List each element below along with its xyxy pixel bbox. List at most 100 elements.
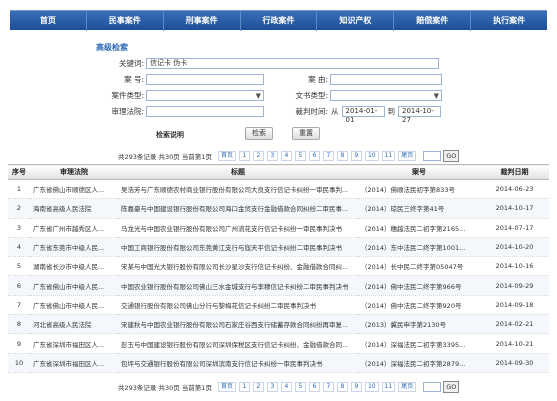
row-court: 河北省高级人民法院 [30,314,118,335]
page-link[interactable]: 7 [322,151,334,161]
page-link[interactable]: 7 [322,382,334,392]
col-header-title: 标题 [118,164,358,180]
page-link[interactable]: 3 [266,151,278,161]
nav-intellectual-property[interactable]: 知识产权 [317,10,395,31]
row-title-link[interactable]: 包坪与交通银行股份有限公司深圳滨南支行信记卡纠纷一审民事判决书 [118,353,358,373]
case-number-row: 案 号: 案 由: [100,73,442,85]
page-link[interactable]: 5 [294,151,306,161]
table-row[interactable]: 10 广东省深圳市福田区人... 包坪与交通银行股份有限公司深圳滨南支行信记卡纠… [8,353,549,373]
row-title-link[interactable]: 交通银行股份有限公司佛山分行与黎梅花信记卡纠纷二审民事判决书 [118,295,358,316]
date-from-input[interactable]: 2014-01-01 [341,105,385,124]
row-title-link[interactable]: 中国农业银行股份有限公司佛山三水金城支行与李穆信记卡纠纷二审民事判决书 [118,275,358,296]
court-input[interactable] [146,105,264,117]
table-row[interactable]: 5 湖南省长沙市中级人民... 宋某与中国光大银行股份有限公司长沙星沙支行信记卡… [8,256,549,277]
row-case-number: （2014）穗越法民二初字第2165... [358,218,480,238]
table-row[interactable]: 4 广东省东莞市中级人民... 中国工商银行股份有限公司东莞黄江支行与寇天平信记… [8,237,549,258]
row-date: 2014-07-17 [480,218,549,238]
table-row[interactable]: 2 海南省高级人民法院 陈嘉豪与中国建设银行股份有限公司海口金贸支行金融借款合同… [8,198,549,219]
col-header-case-no: 案号 [358,164,480,180]
row-title-link[interactable]: 彭玉与中国建设银行股份有限公司深圳保税区支行信记卡纠纷、金融借款合同... [118,333,358,354]
row-court: 广东省深圳市福田区人... [30,333,118,354]
go-button[interactable]: GO [443,381,460,393]
page-link[interactable]: 2 [252,151,264,161]
row-title-link[interactable]: 吴浩芳与广东顺德农村商业银行股份有限公司大良支行信记卡纠纷一审民事判... [118,179,358,200]
page-link[interactable]: 9 [350,382,362,392]
page-link[interactable]: 8 [336,151,348,161]
row-case-number: （2014）琼民三终字第41号 [358,198,480,219]
row-date: 2014-10-21 [480,333,549,354]
page-link[interactable]: 1 [238,151,250,161]
case-type-select[interactable]: ▼ [146,89,264,101]
row-title-link[interactable]: 宋建秋与中国农业银行股份有限公司石家庄谷西支行储蓄存款合同纠纷再审复... [118,314,358,335]
page-link[interactable]: 4 [280,382,292,392]
table-row[interactable]: 3 广东省广州市越秀区人... 马龙光与中国农业银行股份有限公司广州流花支行信记… [8,218,549,238]
table-row[interactable]: 8 河北省高级人民法院 宋建秋与中国农业银行股份有限公司石家庄谷西支行储蓄存款合… [8,314,549,335]
doc-type-select[interactable]: ▼ [330,89,442,101]
page-jump-input[interactable] [423,382,442,392]
row-date: 2014-10-16 [480,256,549,277]
date-label: 裁判时间: [295,106,328,116]
reset-button[interactable]: 重置 [292,127,320,140]
nav-enforcement-cases[interactable]: 执行案件 [471,11,547,31]
row-number: 10 [8,353,30,373]
date-to-input[interactable]: 2014-10-27 [398,105,441,124]
row-number: 3 [8,218,30,238]
last-page-link[interactable]: 尾页 [398,151,417,161]
keyword-input[interactable]: 信记卡 伪卡 [146,57,439,69]
row-title-link[interactable]: 中国工商银行股份有限公司东莞黄江支行与寇天平信记卡纠纷二审民事判决书 [118,237,358,258]
court-date-row: 审理法院: 裁判时间: 从 2014-01-01 到 2014-10-27 [100,105,441,124]
page-link[interactable]: 9 [350,151,362,161]
col-header-court: 审理法院 [30,164,118,180]
row-date: 2014-02-21 [480,314,549,335]
col-header-date: 裁判日期 [480,164,549,180]
cause-input[interactable] [330,73,442,85]
pagination-bottom: 共293条记录 共30页 当前第1页 首页 1 2 3 4 5 6 7 8 9 … [118,381,460,393]
page-link[interactable]: 1 [238,382,250,392]
case-number-input[interactable] [146,73,264,85]
page-link[interactable]: 3 [266,382,278,392]
row-number: 8 [8,314,30,335]
row-number: 6 [8,275,30,296]
nav-compensation-cases[interactable]: 赔偿案件 [394,10,472,31]
first-page-link[interactable]: 首页 [217,151,236,161]
nav-criminal-cases[interactable]: 刑事案件 [164,10,241,31]
nav-home[interactable]: 首页 [10,10,87,31]
page-link[interactable]: 4 [280,151,292,161]
page-link[interactable]: 10 [364,151,379,161]
page-link[interactable]: 2 [252,382,264,392]
last-page-link[interactable]: 尾页 [398,382,417,392]
page-link[interactable]: 10 [364,382,379,392]
search-help-link[interactable]: 检索说明 [156,130,184,140]
table-row[interactable]: 6 广东省佛山市中级人民... 中国农业银行股份有限公司佛山三水金城支行与李穆信… [8,275,549,296]
row-case-number: （2014）佛顺法民初字第833号 [358,179,480,200]
row-number: 9 [8,333,30,354]
table-row[interactable]: 9 广东省深圳市福田区人... 彭玉与中国建设银行股份有限公司深圳保税区支行信记… [8,333,549,354]
keyword-label: 关键词: [118,58,144,68]
row-court: 海南省高级人民法院 [30,198,118,219]
table-row[interactable]: 7 广东省佛山市中级人民... 交通银行股份有限公司佛山分行与黎梅花信记卡纠纷二… [8,295,549,316]
row-date: 2014-10-20 [480,237,549,258]
page-link[interactable]: 6 [308,382,320,392]
page-link[interactable]: 11 [381,382,396,392]
row-court: 广东省东莞市中级人民... [30,237,118,258]
first-page-link[interactable]: 首页 [217,382,236,392]
row-title-link[interactable]: 陈嘉豪与中国建设银行股份有限公司海口金贸支行金融借款合同纠纷二审民事... [118,198,358,219]
go-button[interactable]: GO [443,150,460,162]
search-button[interactable]: 检索 [245,127,273,140]
row-court: 广东省佛山市顺德区人... [30,179,118,200]
page-link[interactable]: 11 [381,151,396,161]
row-court: 广东省佛山市中级人民... [30,295,118,316]
page-link[interactable]: 5 [294,382,306,392]
page-link[interactable]: 8 [336,382,348,392]
row-title-link[interactable]: 宋某与中国光大银行股份有限公司长沙星沙支行信记卡纠纷、金融借款合同纠... [118,256,358,277]
court-label: 审理法院: [111,106,144,116]
row-case-number: （2014）佛中法民二终字第966号 [358,275,480,296]
page-jump-input[interactable] [423,151,442,161]
row-court: 广东省广州市越秀区人... [30,218,118,238]
table-row[interactable]: 1 广东省佛山市顺德区人... 吴浩芳与广东顺德农村商业银行股份有限公司大良支行… [8,179,549,200]
nav-civil-cases[interactable]: 民事案件 [87,10,164,31]
row-title-link[interactable]: 马龙光与中国农业银行股份有限公司广州流花支行信记卡纠纷一审民事判决书 [118,218,358,238]
page-link[interactable]: 6 [308,151,320,161]
row-court: 湖南省长沙市中级人民... [30,256,118,277]
nav-administrative-cases[interactable]: 行政案件 [241,10,318,31]
